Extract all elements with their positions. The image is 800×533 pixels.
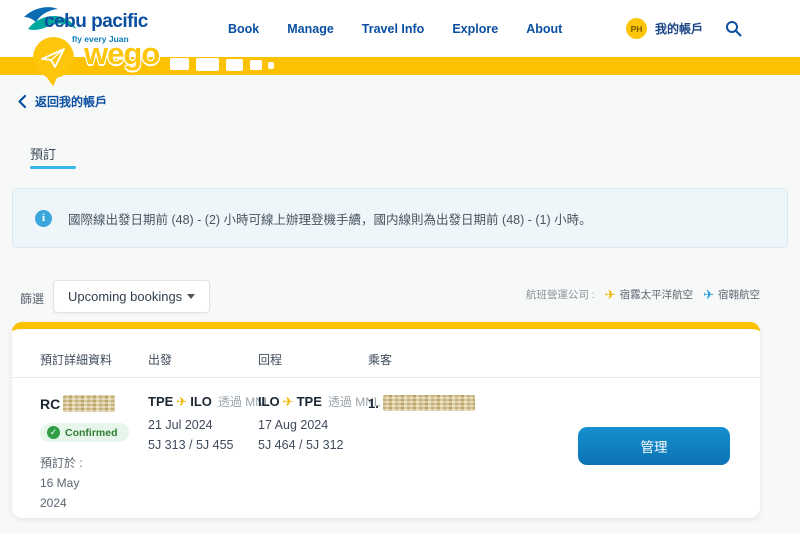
- avatar[interactable]: PH: [626, 18, 647, 39]
- column-header-departure: 出發: [148, 351, 172, 368]
- main-nav: Book Manage Travel Info Explore About: [228, 0, 562, 57]
- booking-reference: RC: [40, 395, 115, 412]
- checkin-notice-text: 國際線出發日期前 (48) - (2) 小時可線上辦理登機手續，國内線則為出發日…: [68, 209, 592, 228]
- status-badge: ✓ Confirmed: [40, 423, 129, 442]
- account-area: PH 我的帳戶: [626, 0, 742, 57]
- redacted-booking-reference: [63, 395, 115, 412]
- column-header-passengers: 乘客: [368, 351, 392, 368]
- bookings-filter-dropdown[interactable]: Upcoming bookings: [53, 280, 210, 313]
- nav-item-book[interactable]: Book: [228, 22, 259, 36]
- back-to-account-link[interactable]: 返回我的帳戶: [18, 93, 107, 110]
- nav-item-travel-info[interactable]: Travel Info: [362, 22, 425, 36]
- departure-flight-numbers: 5J 313 / 5J 455: [148, 438, 258, 452]
- operators-label: 航班營運公司 :: [526, 287, 595, 302]
- tab-bookings[interactable]: 預訂: [30, 144, 56, 163]
- route-plane-icon: ✈: [176, 394, 187, 410]
- obscured-banner-text: [196, 58, 219, 71]
- nav-item-about[interactable]: About: [526, 22, 562, 36]
- column-header-return: 回程: [258, 351, 282, 368]
- info-icon: i: [35, 210, 52, 227]
- booked-on-block: 預訂於 : 16 May 2024: [40, 453, 83, 513]
- booked-on-label: 預訂於 :: [40, 453, 83, 473]
- column-header-booking-details: 預訂詳細資料: [40, 351, 112, 368]
- nav-item-manage[interactable]: Manage: [287, 22, 334, 36]
- return-flight-numbers: 5J 464 / 5J 312: [258, 438, 368, 452]
- booked-on-date-line2: 2024: [40, 493, 83, 513]
- obscured-banner-text: [268, 62, 274, 69]
- back-chevron-icon: [18, 95, 26, 108]
- operator-cebu-pacific: ✈ 宿霧太平洋航空: [605, 287, 693, 302]
- back-link-label: 返回我的帳戶: [35, 93, 107, 110]
- search-icon: [725, 20, 742, 37]
- manage-button[interactable]: 管理: [578, 427, 730, 465]
- wego-watermark-tail: [46, 74, 61, 87]
- redacted-passenger-name: [383, 395, 475, 411]
- search-button[interactable]: [725, 20, 742, 37]
- tab-active-underline: [30, 166, 76, 169]
- cebgo-plane-icon: ✈: [703, 288, 714, 301]
- operator-name: 宿霧太平洋航空: [620, 287, 694, 302]
- departure-leg: TPE ✈ ILO 透過 MNL 21 Jul 2024 5J 313 / 5J…: [148, 393, 258, 452]
- return-date: 17 Aug 2024: [258, 418, 368, 432]
- origin-code: ILO: [258, 394, 280, 409]
- filter-label: 篩選: [20, 290, 44, 307]
- wego-watermark-badge: [33, 37, 74, 78]
- departure-route: TPE ✈ ILO 透過 MNL: [148, 393, 258, 410]
- booked-on-date-line1: 16 May: [40, 473, 83, 493]
- route-plane-icon: ✈: [283, 394, 294, 410]
- departure-date: 21 Jul 2024: [148, 418, 258, 432]
- destination-code: ILO: [190, 394, 212, 409]
- obscured-banner-text: [170, 58, 189, 70]
- checkin-notice: i 國際線出發日期前 (48) - (2) 小時可線上辦理登機手續，國内線則為出…: [12, 188, 788, 248]
- filter-selected-value: Upcoming bookings: [68, 289, 187, 304]
- obscured-banner-text: [226, 59, 243, 71]
- flight-operators-legend: 航班營運公司 : ✈ 宿霧太平洋航空 ✈ 宿翱航空: [526, 287, 760, 302]
- booking-reference-prefix: RC: [40, 396, 60, 412]
- operator-cebgo: ✈ 宿翱航空: [703, 287, 760, 302]
- paper-plane-icon: [41, 47, 66, 69]
- wego-watermark-text: wego: [84, 36, 159, 72]
- check-icon: ✓: [47, 426, 60, 439]
- cebu-pacific-bookings-page: cebu pacific fly every Juan Book Manage …: [0, 0, 800, 533]
- return-leg: ILO ✈ TPE 透過 MNL 17 Aug 2024 5J 464 / 5J…: [258, 393, 368, 452]
- obscured-banner-text: [250, 60, 262, 70]
- card-header-divider: [12, 377, 760, 378]
- status-label: Confirmed: [65, 427, 118, 439]
- cebu-pacific-plane-icon: ✈: [605, 288, 616, 301]
- passenger-number: 1.: [368, 396, 379, 411]
- origin-code: TPE: [148, 394, 173, 409]
- logo-brand-text: cebu pacific: [44, 11, 148, 33]
- booking-card: 預訂詳細資料 出發 回程 乘客 RC ✓ Confirmed 預訂於 : 16 …: [12, 322, 760, 518]
- chevron-down-icon: [187, 294, 195, 299]
- my-account-link[interactable]: 我的帳戶: [655, 20, 703, 37]
- destination-code: TPE: [297, 394, 322, 409]
- operator-name: 宿翱航空: [718, 287, 760, 302]
- nav-item-explore[interactable]: Explore: [452, 22, 498, 36]
- return-route: ILO ✈ TPE 透過 MNL: [258, 393, 368, 410]
- passenger-entry: 1.: [368, 395, 475, 411]
